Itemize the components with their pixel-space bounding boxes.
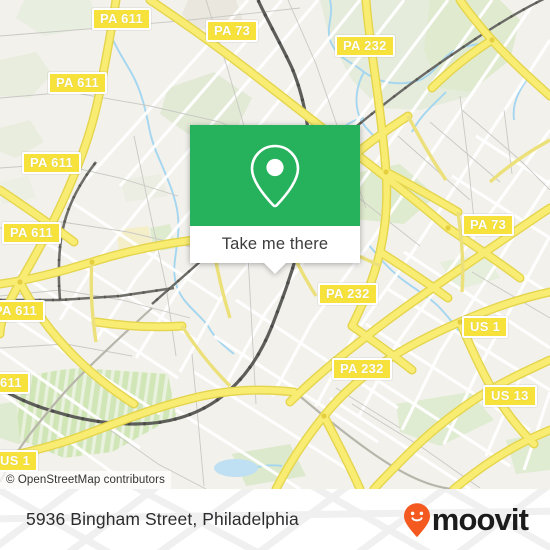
road-shield: PA 232 — [335, 35, 395, 57]
moovit-map-screenshot: PA 611 PA 73 PA 232 PA 611 PA 611 PA 611 PA 73… — [0, 0, 550, 550]
osm-attribution[interactable]: © OpenStreetMap contributors — [0, 471, 171, 489]
road-shield: PA 611 — [2, 222, 61, 244]
road-shield: PA 611 — [22, 152, 81, 174]
road-shield: PA 611 — [0, 300, 45, 322]
road-shield: US 13 — [483, 385, 537, 407]
footer-bar: 5936 Bingham Street, Philadelphia moovit — [0, 489, 550, 550]
callout-pin-panel — [190, 125, 360, 226]
map-water-body — [214, 459, 258, 477]
road-shield: PA 611 — [92, 8, 151, 30]
callout-action-row[interactable]: Take me there — [190, 226, 360, 274]
road-shield: PA 232 — [332, 358, 392, 380]
moovit-wordmark: moovit — [431, 502, 529, 537]
road-shield: US 1 — [462, 316, 509, 338]
road-shield: PA 73 — [206, 20, 259, 42]
road-shield: US 1 — [0, 450, 39, 472]
road-shield: PA 73 — [462, 214, 515, 236]
address-label: 5936 Bingham Street, Philadelphia — [26, 509, 299, 529]
take-me-there-callout[interactable]: Take me there — [190, 125, 360, 274]
road-shield: 611 — [0, 372, 30, 394]
road-shield: PA 232 — [318, 283, 378, 305]
location-pin-icon — [250, 144, 300, 207]
moovit-smiley-pin-icon — [403, 502, 430, 537]
moovit-brand[interactable]: moovit — [403, 502, 529, 538]
callout-tail-pointer — [264, 263, 286, 274]
road-shield: PA 611 — [48, 72, 107, 94]
callout-label: Take me there — [221, 235, 329, 253]
